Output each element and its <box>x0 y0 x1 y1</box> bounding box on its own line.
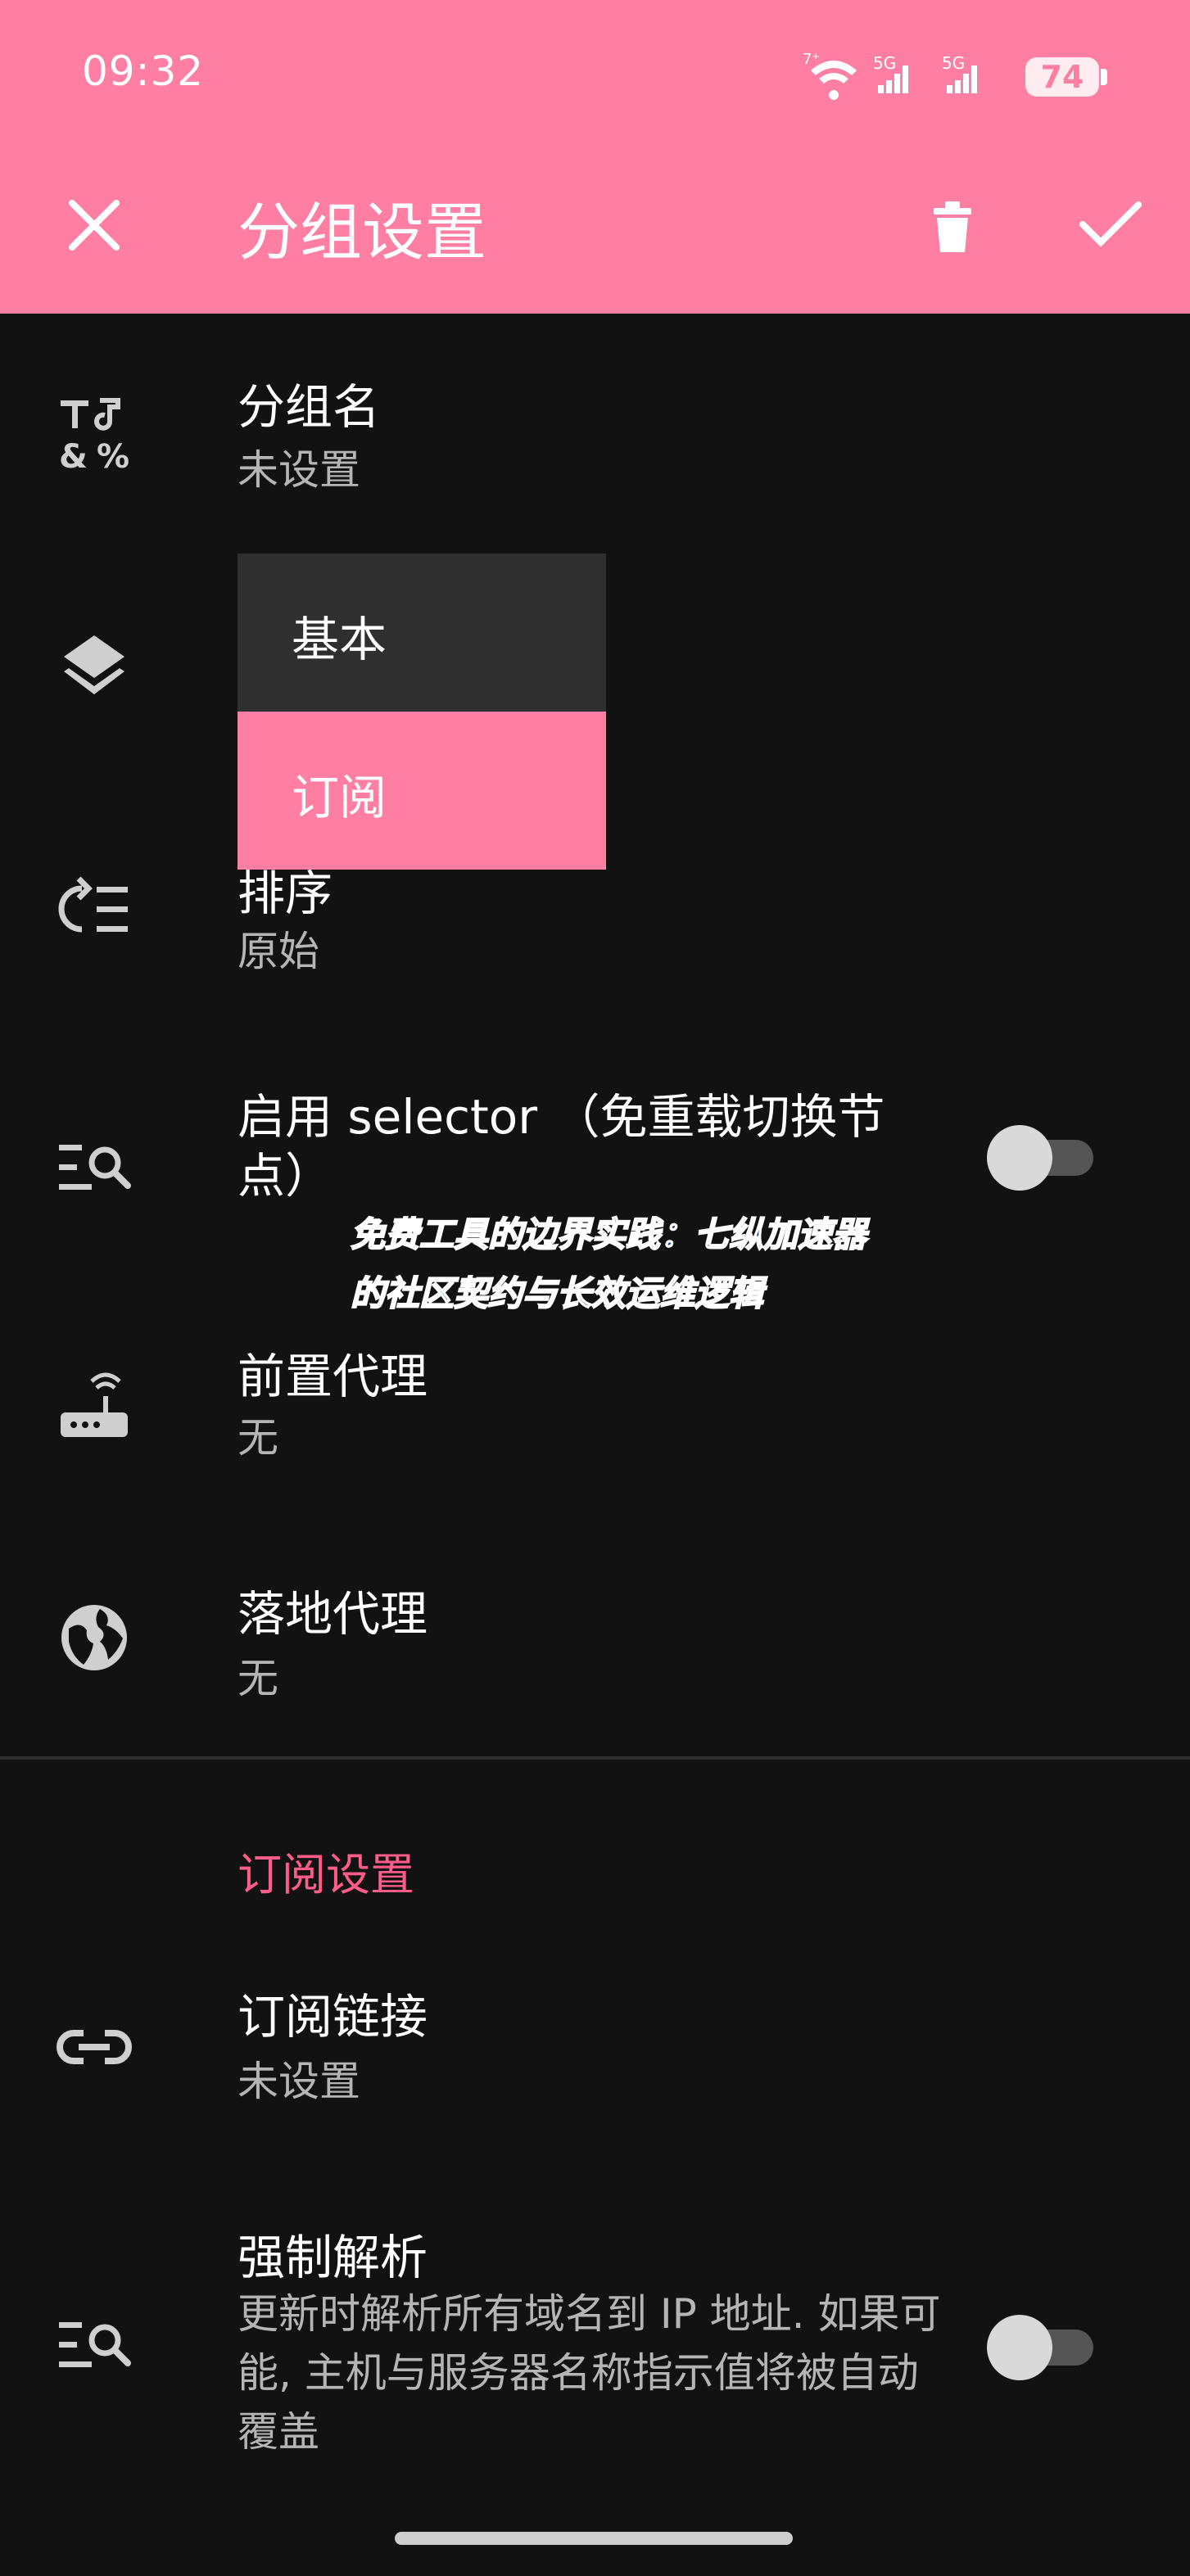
group-type-menu: 基本 订阅 <box>238 554 606 870</box>
svg-text:&: & <box>59 438 88 476</box>
check-icon[interactable] <box>1073 187 1147 260</box>
page-title: 分组设置 <box>238 196 486 269</box>
selector-label: 启用 selector （免重载切换节点） <box>238 1089 885 1204</box>
router-icon <box>61 1372 128 1437</box>
cell-signal-icon-1: 5G <box>873 53 908 93</box>
setting-force-resolve[interactable]: 强制解析 更新时解析所有域名到 IP 地址. 如果可能, 主机与服务器名称指示值… <box>0 2211 1190 2473</box>
home-indicator[interactable] <box>395 2532 793 2545</box>
setting-landing-proxy[interactable]: 落地代理 无 <box>0 1564 1190 1711</box>
subscription-link-label: 订阅链接 <box>238 1989 428 2045</box>
wifi-icon: 7⁺ <box>803 51 857 100</box>
layers-icon <box>64 635 124 694</box>
subscription-section-header: 订阅设置 <box>238 1849 414 1900</box>
globe-icon <box>61 1605 127 1670</box>
menu-item-label: 基本 <box>292 612 387 667</box>
group-name-value: 未设置 <box>238 446 360 494</box>
status-time: 09:32 <box>82 47 205 95</box>
menu-item-label: 订阅 <box>292 770 387 825</box>
cell-signal-icon-2: 5G <box>942 53 977 93</box>
force-resolve-label: 强制解析 <box>238 2230 428 2285</box>
battery-indicator: 74 <box>1025 57 1099 97</box>
menu-item-subscription[interactable]: 订阅 <box>238 712 606 870</box>
svg-text:5G: 5G <box>942 53 965 73</box>
setting-subscription-link[interactable]: 订阅链接 未设置 <box>0 1973 1190 2121</box>
group-name-label: 分组名 <box>238 379 381 435</box>
subscription-link-value: 未设置 <box>238 2058 360 2105</box>
landing-proxy-label: 落地代理 <box>238 1586 428 1642</box>
svg-text:5G: 5G <box>873 53 896 73</box>
text-symbols-icon: & % <box>59 398 129 476</box>
force-resolve-description: 更新时解析所有域名到 IP 地址. 如果可能, 主机与服务器名称指示值将被自动覆… <box>238 2290 941 2456</box>
close-icon[interactable] <box>57 188 131 262</box>
section-divider <box>0 1756 1190 1760</box>
toggle-thumb <box>987 2315 1052 2380</box>
sort-value: 原始 <box>238 928 319 975</box>
list-search-icon <box>59 1145 131 1190</box>
battery-tip <box>1101 69 1107 85</box>
setting-front-proxy[interactable]: 前置代理 无 <box>0 1326 1190 1474</box>
force-resolve-toggle[interactable] <box>987 2305 1102 2380</box>
signal-icons: 7⁺ 5G 5G <box>803 51 977 100</box>
front-proxy-label: 前置代理 <box>238 1349 428 1404</box>
selector-toggle[interactable] <box>987 1115 1102 1191</box>
svg-text:7⁺: 7⁺ <box>803 51 820 68</box>
list-search-icon <box>59 2322 131 2367</box>
app-bar: 09:32 7⁺ 5G 5G 74 分组设置 <box>0 0 1190 314</box>
menu-item-basic[interactable]: 基本 <box>238 554 606 712</box>
landing-proxy-value: 无 <box>238 1655 278 1702</box>
svg-text:%: % <box>97 438 129 476</box>
link-icon <box>57 2030 132 2064</box>
setting-group-name[interactable]: & % 分组名 未设置 <box>0 360 1190 508</box>
sort-order-icon <box>58 876 128 933</box>
front-proxy-value: 无 <box>238 1414 278 1462</box>
trash-icon[interactable] <box>916 187 989 260</box>
watermark-overlay: 免费工具的边界实践：七纵加速器的社区契约与长效运维逻辑 <box>350 1213 867 1314</box>
toggle-thumb <box>987 1125 1052 1191</box>
